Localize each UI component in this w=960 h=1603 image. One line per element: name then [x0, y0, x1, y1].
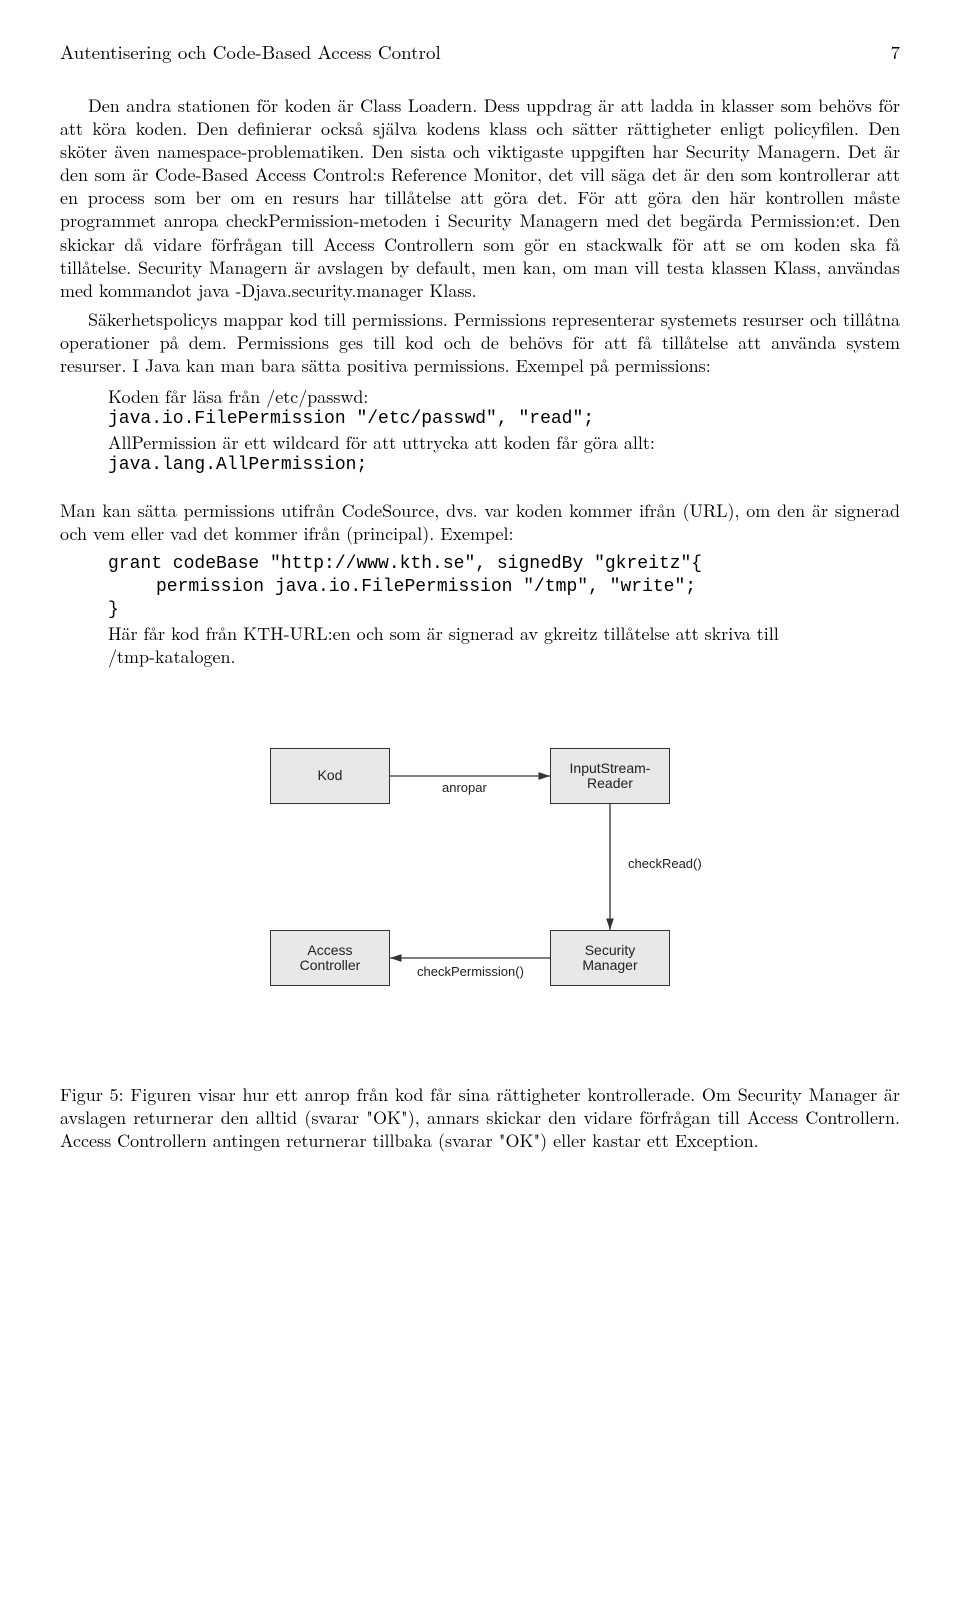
body-paragraph-3: Man kan sätta permissions utifrån CodeSo… — [60, 499, 900, 545]
edge-label-checkread: checkRead() — [626, 856, 704, 873]
diagram-node-kod: Kod — [270, 748, 390, 804]
diagram-node-accesscontroller: Access Controller — [270, 930, 390, 986]
running-title: Autentisering och Code-Based Access Cont… — [60, 40, 441, 64]
code-line: grant codeBase "http://www.kth.se", sign… — [108, 553, 900, 576]
page-number: 7 — [890, 40, 900, 64]
diagram-node-inputstreamreader: InputStream- Reader — [550, 748, 670, 804]
body-paragraph-1: Den andra stationen för koden är Class L… — [60, 94, 900, 301]
edge-label-checkpermission: checkPermission() — [415, 964, 526, 981]
example-block-2: grant codeBase "http://www.kth.se", sign… — [108, 553, 900, 668]
edge-label-anropar: anropar — [440, 780, 489, 797]
page-header: Autentisering och Code-Based Access Cont… — [60, 40, 900, 64]
code-line: permission java.io.FilePermission "/tmp"… — [108, 576, 900, 599]
example-block-1: Koden får läsa från /etc/passwd: java.io… — [108, 385, 900, 477]
code-line: java.io.FilePermission "/etc/passwd", "r… — [108, 408, 900, 431]
example-line: Här får kod från KTH-URL:en och som är s… — [108, 622, 788, 668]
figure-5: Kod InputStream- Reader Access Controlle… — [60, 728, 900, 1033]
code-line: } — [108, 599, 900, 622]
figure-caption: Figur 5: Figuren visar hur ett anrop frå… — [60, 1083, 900, 1152]
body-paragraph-2: Säkerhetspolicys mappar kod till permiss… — [60, 308, 900, 377]
example-line: AllPermission är ett wildcard för att ut… — [108, 431, 900, 454]
example-line: Koden får läsa från /etc/passwd: — [108, 385, 900, 408]
code-line: java.lang.AllPermission; — [108, 454, 900, 477]
diagram-node-securitymanager: Security Manager — [550, 930, 670, 986]
